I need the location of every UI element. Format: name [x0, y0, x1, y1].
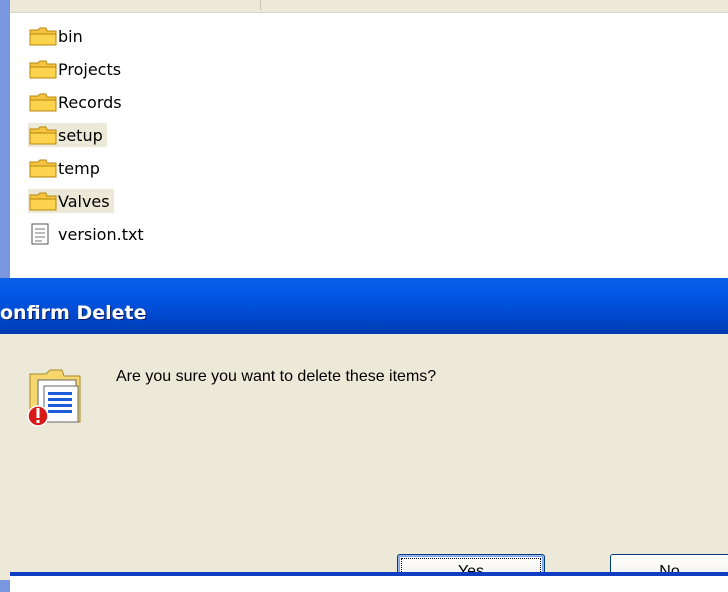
folder-icon	[29, 93, 57, 112]
file-name: Projects	[58, 59, 122, 79]
file-name: version.txt	[58, 224, 144, 244]
file-name: Records	[58, 92, 122, 112]
folder-icon	[29, 27, 57, 46]
column-separator[interactable]	[260, 0, 261, 10]
dialog-message: Are you sure you want to delete these it…	[116, 368, 437, 385]
list-item-valves[interactable]: Valves	[28, 189, 114, 213]
list-item-temp[interactable]: temp	[28, 156, 100, 180]
column-header-strip	[10, 0, 728, 13]
file-name: temp	[58, 158, 100, 178]
text-file-icon	[31, 223, 49, 245]
list-item-setup[interactable]: setup	[28, 123, 107, 147]
file-name: Valves	[58, 191, 110, 211]
file-name: setup	[58, 125, 103, 145]
window-bottom-area	[10, 576, 728, 592]
folder-icon	[29, 60, 57, 79]
list-item-version-txt[interactable]: version.txt	[28, 222, 144, 246]
dialog-titlebar[interactable]: onfirm Delete	[0, 278, 728, 334]
folder-icon	[29, 192, 57, 211]
dialog-body: Are you sure you want to delete these it…	[10, 334, 728, 590]
folder-icon	[29, 126, 57, 145]
list-item-records[interactable]: Records	[28, 90, 122, 114]
confirm-delete-dialog: onfirm Delete Are you sure you want to d…	[0, 278, 728, 590]
dialog-title: onfirm Delete	[0, 302, 147, 324]
list-item-projects[interactable]: Projects	[28, 57, 121, 81]
list-item-bin[interactable]: bin	[28, 24, 83, 48]
folder-icon	[29, 159, 57, 178]
file-name: bin	[58, 26, 83, 46]
delete-warning-icon	[27, 369, 81, 427]
